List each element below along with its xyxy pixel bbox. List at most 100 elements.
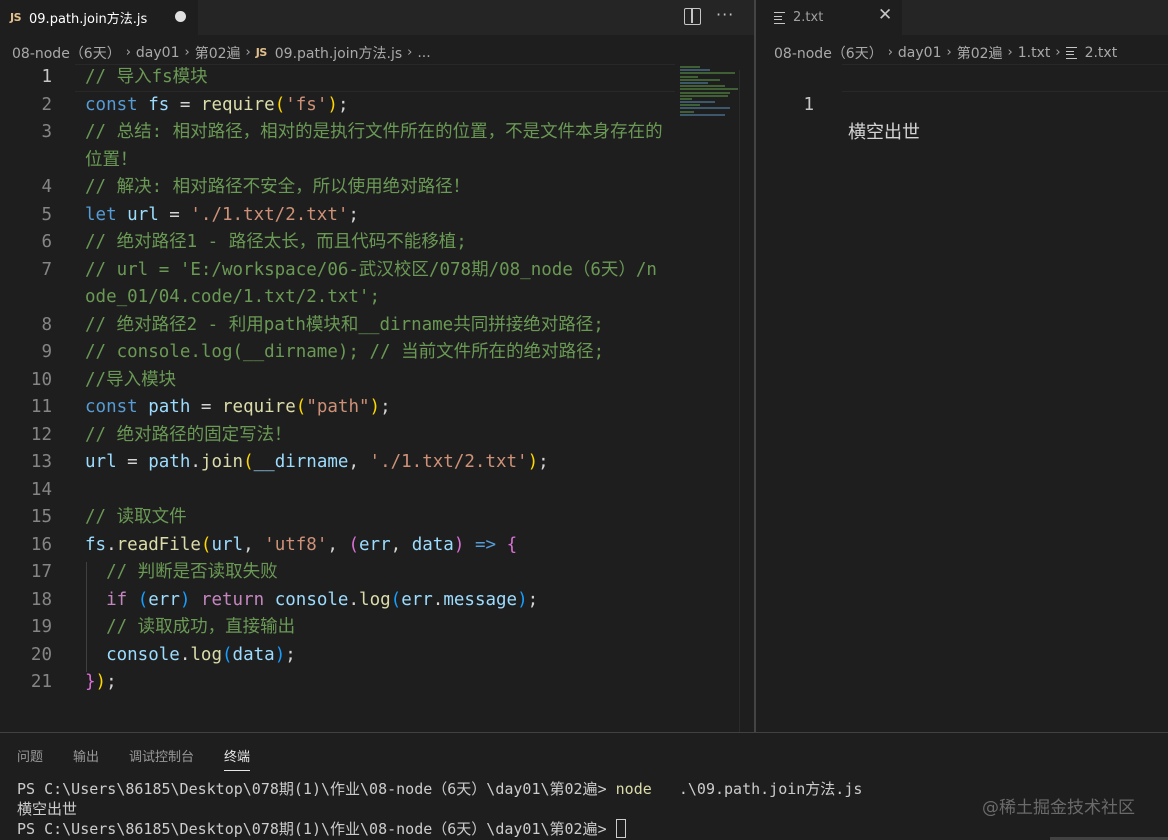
- split-editor-icon[interactable]: [684, 8, 701, 25]
- tab-problems[interactable]: 问题: [17, 746, 43, 771]
- line-text[interactable]: // console.log(__dirname); // 当前文件所在的绝对路…: [85, 339, 665, 367]
- breadcrumb-item[interactable]: ...: [417, 45, 430, 61]
- breadcrumb-item[interactable]: day01: [136, 45, 180, 61]
- line-text[interactable]: // 读取文件: [85, 504, 665, 532]
- line-text[interactable]: 横空出世: [848, 119, 920, 147]
- code-token: ;: [527, 589, 539, 610]
- breadcrumb-item[interactable]: 2.txt: [1085, 45, 1118, 61]
- code-line: 14: [0, 477, 680, 505]
- line-number: 8: [41, 314, 52, 335]
- code-token: './1.txt/2.txt': [369, 452, 528, 472]
- breadcrumb-item[interactable]: 第02遍: [957, 43, 1003, 63]
- code-token: (: [390, 589, 402, 610]
- line-text[interactable]: url = path.join(__dirname, './1.txt/2.tx…: [85, 449, 665, 477]
- code-token: .: [179, 644, 191, 665]
- terminal[interactable]: PS C:\Users\86185\Desktop\078期(1)\作业\08-…: [17, 779, 862, 839]
- chevron-right-icon: ›: [1007, 45, 1013, 60]
- line-number: 1: [803, 94, 814, 115]
- code-token: fs: [85, 534, 107, 555]
- line-text[interactable]: let url = './1.txt/2.txt';: [85, 202, 665, 230]
- line-text[interactable]: // 绝对路径2 - 利用path模块和__dirname共同拼接绝对路径;: [85, 312, 665, 340]
- line-number: 1: [41, 67, 52, 87]
- line-text[interactable]: // 绝对路径1 - 路径太长，而且代码不能移植;: [85, 229, 665, 257]
- tab-label: 2.txt: [793, 10, 824, 25]
- line-text[interactable]: fs.readFile(url, 'utf8', (err, data) => …: [85, 532, 665, 560]
- line-text[interactable]: // 读取成功，直接输出: [85, 614, 665, 642]
- code-token: console: [106, 644, 180, 665]
- breadcrumb-item[interactable]: day01: [898, 45, 942, 61]
- line-text[interactable]: const fs = require('fs');: [85, 92, 665, 120]
- code-token: .: [432, 589, 444, 610]
- terminal-cursor: [615, 819, 626, 838]
- chevron-right-icon: ›: [245, 45, 251, 60]
- line-number: 21: [30, 672, 52, 692]
- code-token: // 解决: 相对路径不安全，所以使用绝对路径！: [85, 177, 471, 197]
- tab-debug-console[interactable]: 调试控制台: [129, 746, 194, 771]
- code-line: 6 // 绝对路径1 - 路径太长，而且代码不能移植;: [0, 229, 680, 257]
- code-editor[interactable]: 1// 导入fs模块 2 const fs = require('fs'); 3// …: [0, 64, 680, 697]
- code-token: readFile: [116, 534, 201, 555]
- breadcrumb-item[interactable]: 08-node（6天）: [774, 43, 883, 63]
- line-number: 5: [41, 204, 52, 225]
- line-text[interactable]: // 解决: 相对路径不安全，所以使用绝对路径！: [85, 174, 665, 202]
- code-line: 18 if (err) return console.log(err.messa…: [0, 587, 680, 615]
- line-text[interactable]: if (err) return console.log(err.message)…: [85, 587, 665, 615]
- code-token: =: [158, 204, 191, 225]
- code-token: // console.log(__dirname); // 当前文件所在的绝对路…: [85, 342, 605, 362]
- code-token: 'utf8': [264, 534, 328, 555]
- code-token: (: [295, 397, 307, 417]
- code-token: .: [190, 452, 201, 472]
- code-token: 'fs': [285, 94, 328, 115]
- close-icon[interactable]: ✕: [878, 5, 892, 25]
- line-text[interactable]: // 总结: 相对路径，相对的是执行文件所在的位置，不是文件本身存在的位置！: [85, 119, 665, 174]
- unsaved-dot-icon[interactable]: [175, 11, 186, 22]
- code-token: (: [137, 589, 149, 610]
- code-token: ): [327, 94, 338, 115]
- chevron-right-icon: ›: [407, 45, 413, 60]
- code-line: 21});: [0, 669, 680, 697]
- line-text[interactable]: const path = require("path");: [85, 394, 665, 422]
- tab-terminal[interactable]: 终端: [224, 746, 251, 771]
- breadcrumb-item[interactable]: 1.txt: [1018, 45, 1051, 61]
- code-token: fs: [148, 94, 170, 115]
- code-token: log: [190, 644, 222, 665]
- right-tab-bar: 2.txt ✕: [756, 0, 1168, 35]
- code-line: 8 // 绝对路径2 - 利用path模块和__dirname共同拼接绝对路径;: [0, 312, 680, 340]
- terminal-args: .\09.path.join方法.js: [651, 780, 863, 798]
- minimap[interactable]: [680, 66, 740, 122]
- breadcrumb-item[interactable]: 09.path.join方法.js: [275, 43, 402, 63]
- line-number: 7: [41, 259, 52, 280]
- line-text[interactable]: //导入模块: [85, 367, 665, 395]
- code-token: let: [85, 204, 117, 225]
- code-token: const: [85, 94, 138, 115]
- panel-tabs: 问题 输出 调试控制台 终端: [17, 746, 280, 771]
- line-text[interactable]: // 绝对路径的固定写法！: [85, 422, 665, 450]
- breadcrumb-item[interactable]: 第02遍: [195, 43, 241, 63]
- terminal-line: PS C:\Users\86185\Desktop\078期(1)\作业\08-…: [17, 819, 862, 839]
- breadcrumb-item[interactable]: 08-node（6天）: [12, 43, 121, 63]
- tab-output[interactable]: 输出: [73, 746, 99, 771]
- tab-09-path-join[interactable]: JS 09.path.join方法.js: [0, 0, 198, 35]
- left-editor-group: JS 09.path.join方法.js ··· 08-node（6天） › d…: [0, 0, 754, 732]
- line-text[interactable]: // 导入fs模块: [85, 64, 665, 92]
- indent-guide: [86, 562, 87, 672]
- code-token: (: [200, 534, 212, 555]
- more-actions-icon[interactable]: ···: [716, 5, 734, 24]
- text-editor[interactable]: 1 横空出世: [756, 64, 1168, 144]
- line-text[interactable]: // url = 'E:/workspace/06-武汉校区/078期/08_n…: [85, 257, 665, 312]
- code-line: 5 let url = './1.txt/2.txt';: [0, 202, 680, 230]
- line-text[interactable]: });: [85, 669, 665, 697]
- line-text[interactable]: // 判断是否读取失败: [85, 559, 665, 587]
- code-token: path: [148, 452, 191, 472]
- code-token: ): [95, 672, 107, 692]
- line-text[interactable]: console.log(data);: [85, 642, 665, 670]
- code-token: }: [85, 672, 96, 692]
- terminal-line: PS C:\Users\86185\Desktop\078期(1)\作业\08-…: [17, 779, 862, 799]
- tab-2-txt[interactable]: 2.txt ✕: [756, 0, 902, 35]
- vertical-scrollbar[interactable]: [739, 70, 740, 732]
- chevron-right-icon: ›: [1055, 45, 1061, 60]
